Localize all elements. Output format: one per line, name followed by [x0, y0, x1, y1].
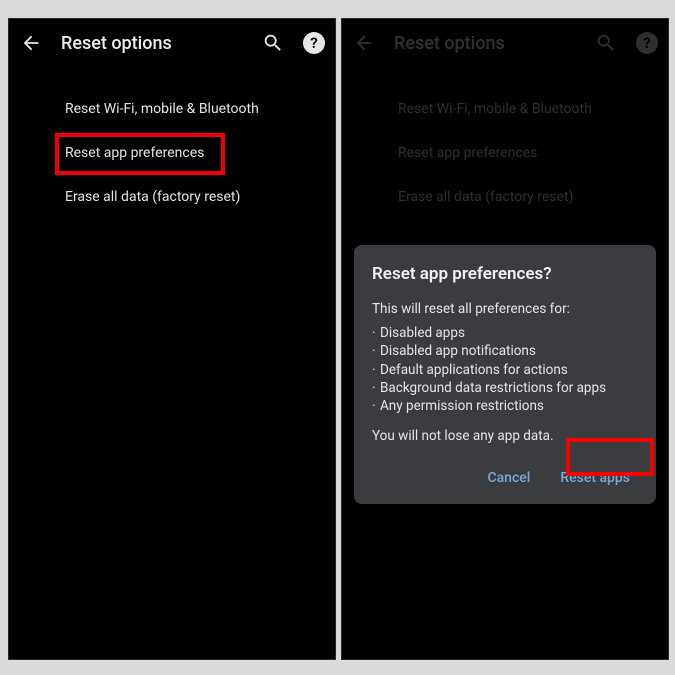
option-erase-all-data[interactable]: Erase all data (factory reset) [9, 175, 335, 219]
dialog-bullet: Any permission restrictions [372, 397, 638, 415]
phone-right: Reset options ? Reset Wi-Fi, mobile & Bl… [341, 18, 669, 660]
dialog-note: You will not lose any app data. [372, 427, 638, 445]
option-label: Reset Wi-Fi, mobile & Bluetooth [65, 101, 259, 117]
help-icon[interactable]: ? [303, 32, 325, 54]
option-label: Erase all data (factory reset) [65, 189, 240, 205]
reset-apps-button[interactable]: Reset apps [556, 463, 634, 494]
back-arrow-icon[interactable] [352, 31, 376, 55]
dialog-bullet: Disabled apps [372, 324, 638, 342]
search-icon[interactable] [261, 31, 285, 55]
option-reset-app-prefs[interactable]: Reset app preferences [342, 131, 668, 175]
option-label: Reset Wi-Fi, mobile & Bluetooth [398, 101, 592, 117]
option-label: Reset app preferences [398, 145, 537, 161]
phone-left: Reset options ? Reset Wi-Fi, mobile & Bl… [8, 18, 336, 660]
page-title: Reset options [394, 33, 576, 54]
dialog-bullet: Default applications for actions [372, 361, 638, 379]
search-icon[interactable] [594, 31, 618, 55]
options-list: Reset Wi-Fi, mobile & Bluetooth Reset ap… [9, 67, 335, 219]
dialog-actions: Cancel Reset apps [372, 463, 638, 494]
option-label: Erase all data (factory reset) [398, 189, 573, 205]
help-icon[interactable]: ? [636, 32, 658, 54]
bullet-text: Default applications for actions [380, 362, 568, 378]
option-label: Reset app preferences [65, 145, 204, 161]
dialog-intro: This will reset all preferences for: [372, 300, 638, 318]
dialog-bullets: Disabled apps Disabled app notifications… [372, 324, 638, 415]
option-reset-wifi[interactable]: Reset Wi-Fi, mobile & Bluetooth [342, 87, 668, 131]
dialog-title: Reset app preferences? [372, 263, 638, 286]
appbar: Reset options ? [342, 19, 668, 67]
screen-left: Reset options ? Reset Wi-Fi, mobile & Bl… [9, 19, 335, 219]
appbar: Reset options ? [9, 19, 335, 67]
reset-prefs-dialog: Reset app preferences? This will reset a… [354, 245, 656, 504]
bullet-text: Disabled app notifications [380, 343, 536, 359]
page-title: Reset options [61, 33, 243, 54]
option-reset-wifi[interactable]: Reset Wi-Fi, mobile & Bluetooth [9, 87, 335, 131]
dialog-bullet: Disabled app notifications [372, 342, 638, 360]
option-erase-all-data[interactable]: Erase all data (factory reset) [342, 175, 668, 219]
options-list: Reset Wi-Fi, mobile & Bluetooth Reset ap… [342, 67, 668, 219]
option-reset-app-prefs[interactable]: Reset app preferences [9, 131, 335, 175]
cancel-button[interactable]: Cancel [483, 463, 534, 494]
bullet-text: Any permission restrictions [380, 398, 544, 414]
bullet-text: Disabled apps [380, 325, 465, 341]
bullet-text: Background data restrictions for apps [380, 380, 606, 396]
screen-right: Reset options ? Reset Wi-Fi, mobile & Bl… [342, 19, 668, 219]
back-arrow-icon[interactable] [19, 31, 43, 55]
tutorial-composite: Reset options ? Reset Wi-Fi, mobile & Bl… [0, 0, 675, 675]
dialog-bullet: Background data restrictions for apps [372, 379, 638, 397]
